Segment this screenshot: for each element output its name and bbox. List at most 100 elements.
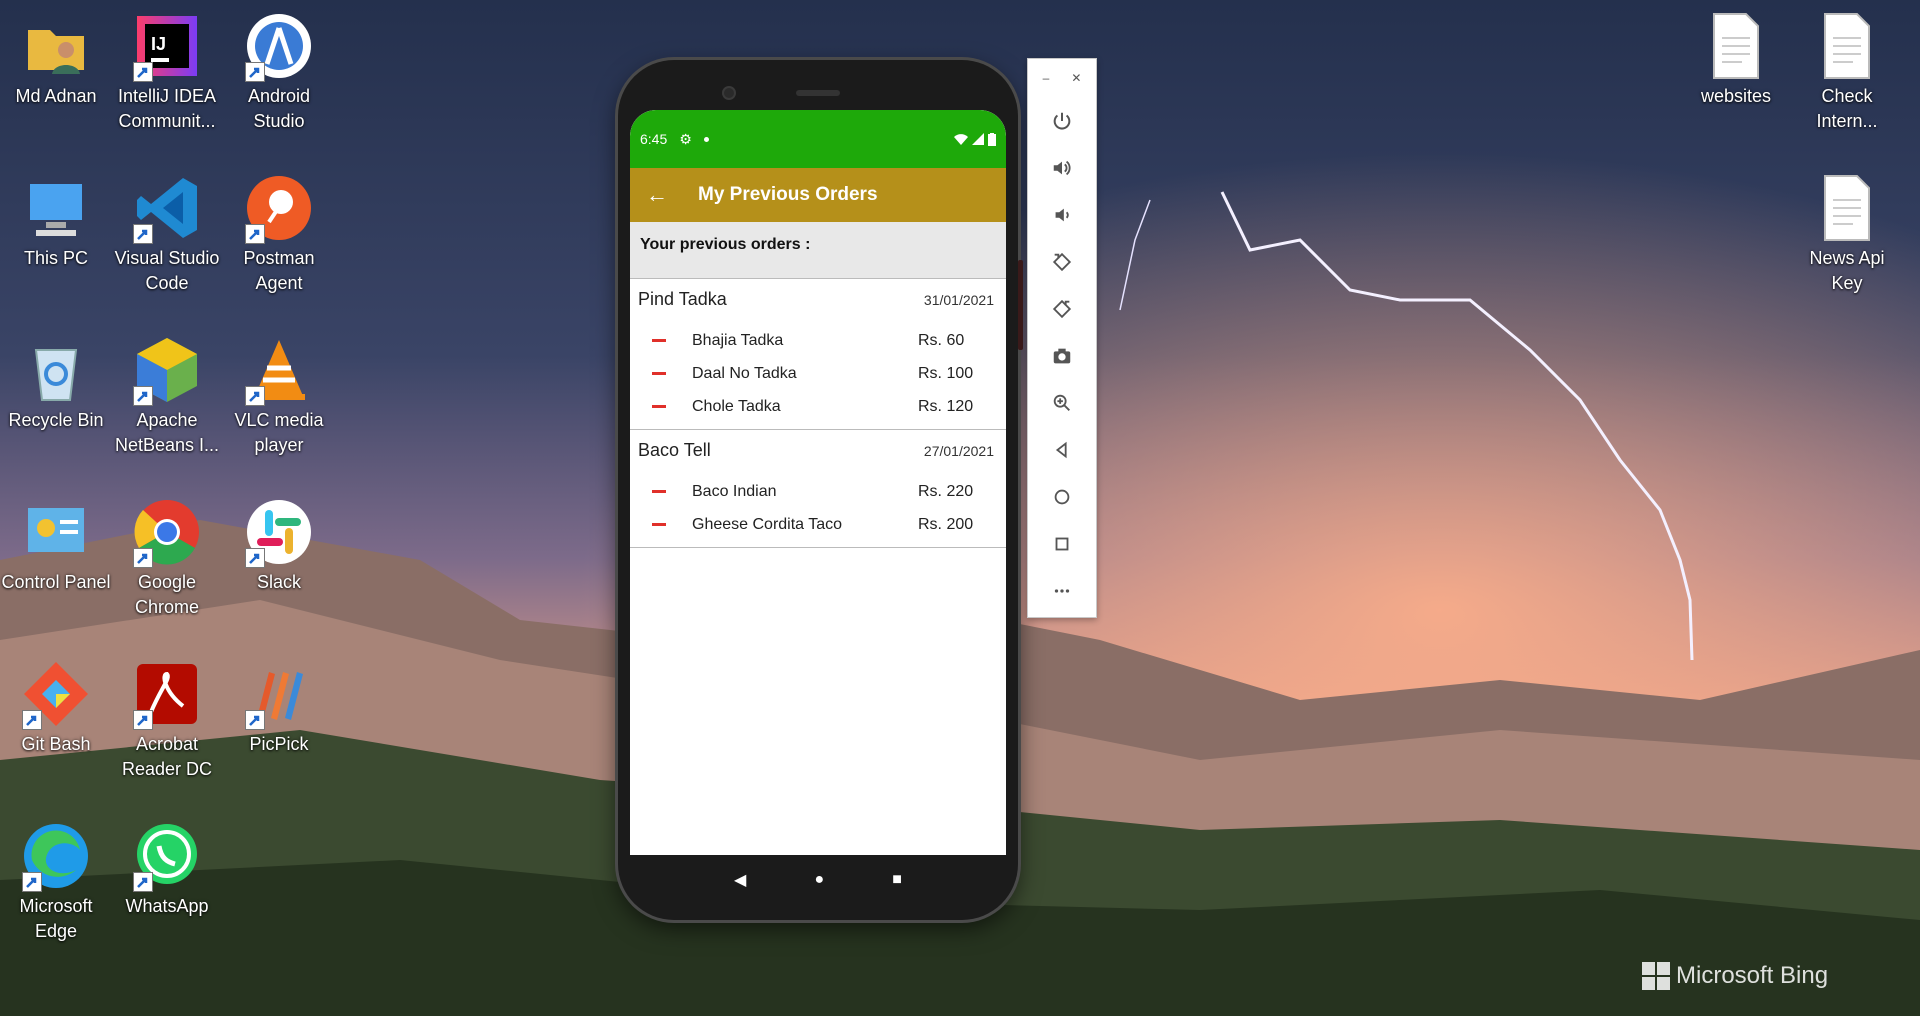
desktop-icon-label: Check Intern...: [1816, 86, 1878, 131]
desktop-icon-label: websites: [1700, 86, 1772, 106]
more-icon[interactable]: [1028, 567, 1096, 614]
shortcut-arrow-icon: [245, 386, 265, 406]
desktop-icon-android-studio[interactable]: Android Studio: [224, 10, 334, 134]
android-studio-icon: [243, 10, 315, 82]
desktop-icon-edge[interactable]: Microsoft Edge: [1, 820, 111, 944]
item-bullet-icon: [652, 339, 666, 342]
side-button: [1018, 260, 1023, 350]
shortcut-arrow-icon: [245, 710, 265, 730]
order-item: Chole Tadka Rs. 120: [630, 390, 1006, 423]
desktop-icon-label: PicPick: [249, 734, 309, 754]
desktop-icon-git-bash[interactable]: Git Bash: [1, 658, 111, 757]
emulator-toolbar: – ✕: [1027, 58, 1097, 618]
front-camera: [722, 86, 736, 100]
shortcut-arrow-icon: [245, 224, 265, 244]
phone-screen: 6:45 ⚙ ← My Previous Orders Your previou…: [630, 110, 1006, 855]
shortcut-arrow-icon: [133, 710, 153, 730]
slack-icon: [243, 496, 315, 568]
desktop-icon-text-file[interactable]: News Api Key: [1792, 172, 1902, 296]
nav-overview-icon[interactable]: ■: [892, 871, 902, 889]
desktop-icon-slack[interactable]: Slack: [224, 496, 334, 595]
order-items: Baco Indian Rs. 220 Gheese Cordita Taco Rs.…: [630, 475, 1006, 541]
recycle-bin-icon: [20, 334, 92, 406]
desktop-icon-text-file[interactable]: Check Intern...: [1792, 10, 1902, 134]
item-price: Rs. 200: [918, 515, 974, 533]
netbeans-icon: [131, 334, 203, 406]
shortcut-arrow-icon: [133, 872, 153, 892]
desktop-icon-label: Md Adnan: [15, 86, 97, 106]
item-bullet-icon: [652, 523, 666, 526]
desktop-icon-label: Control Panel: [1, 572, 111, 592]
bing-watermark: Microsoft Bing: [1642, 962, 1828, 990]
order-card[interactable]: Baco Tell 27/01/2021 Baco Indian Rs. 220 Ghe…: [630, 429, 1006, 548]
overview-icon[interactable]: [1028, 520, 1096, 567]
item-bullet-icon: [652, 372, 666, 375]
desktop-icon-this-pc[interactable]: This PC: [1, 172, 111, 271]
text-file-icon: [1811, 172, 1883, 244]
rotate-right-icon[interactable]: [1028, 285, 1096, 332]
desktop-icon-picpick[interactable]: PicPick: [224, 658, 334, 757]
item-bullet-icon: [652, 405, 666, 408]
close-icon[interactable]: ✕: [1071, 71, 1081, 85]
order-date: 31/01/2021: [923, 291, 994, 308]
nav-back-icon[interactable]: ◀: [734, 870, 746, 890]
intellij-icon: IJ: [131, 10, 203, 82]
item-name: Gheese Cordita Taco: [692, 515, 843, 533]
back-arrow-icon[interactable]: ←: [646, 182, 668, 208]
text-file-icon: [1811, 10, 1883, 82]
shortcut-arrow-icon: [245, 62, 265, 82]
order-items: Bhajia Tadka Rs. 60 Daal No Tadka Rs. 100 Ch…: [630, 324, 1006, 423]
orders-list: Pind Tadka 31/01/2021 Bhajia Tadka Rs. 60 Da…: [630, 278, 1006, 548]
minimize-icon[interactable]: –: [1043, 71, 1050, 85]
app-bar: ← My Previous Orders: [630, 168, 1006, 222]
volume-down-icon[interactable]: [1028, 191, 1096, 238]
item-name: Bhajia Tadka: [692, 331, 784, 349]
order-item: Bhajia Tadka Rs. 60: [630, 324, 1006, 357]
desktop-icon-label: Postman Agent: [243, 248, 315, 293]
desktop-icon-recycle-bin[interactable]: Recycle Bin: [1, 334, 111, 433]
volume-up-icon[interactable]: [1028, 144, 1096, 191]
edge-icon: [20, 820, 92, 892]
desktop-icon-text-file[interactable]: websites: [1681, 10, 1791, 109]
item-price: Rs. 120: [918, 397, 974, 415]
order-header: Baco Tell 27/01/2021: [630, 440, 1006, 461]
chrome-icon: [131, 496, 203, 568]
order-header: Pind Tadka 31/01/2021: [630, 289, 1006, 310]
camera-icon[interactable]: [1028, 332, 1096, 379]
desktop-icon-acrobat[interactable]: Acrobat Reader DC: [112, 658, 222, 782]
home-icon[interactable]: [1028, 473, 1096, 520]
order-item: Baco Indian Rs. 220: [630, 475, 1006, 508]
desktop-icon-control-panel[interactable]: Control Panel: [1, 496, 111, 595]
desktop-icon-intellij[interactable]: IJ IntelliJ IDEA Communit...: [112, 10, 222, 134]
page-title: My Previous Orders: [698, 184, 878, 205]
desktop-icon-vlc[interactable]: VLC media player: [224, 334, 334, 458]
shortcut-arrow-icon: [133, 386, 153, 406]
vscode-icon: [131, 172, 203, 244]
desktop-icon-whatsapp[interactable]: WhatsApp: [112, 820, 222, 919]
desktop-icon-label: Android Studio: [247, 86, 311, 131]
item-name: Chole Tadka: [692, 397, 781, 415]
signal-icon: [972, 133, 984, 145]
zoom-icon[interactable]: [1028, 379, 1096, 426]
wifi-icon: [954, 134, 968, 145]
vlc-icon: [243, 334, 315, 406]
order-card[interactable]: Pind Tadka 31/01/2021 Bhajia Tadka Rs. 60 Da…: [630, 278, 1006, 429]
desktop-icon-netbeans[interactable]: Apache NetBeans I...: [112, 334, 222, 458]
folder-user-icon: [20, 10, 92, 82]
power-icon[interactable]: [1028, 97, 1096, 144]
picpick-icon: [243, 658, 315, 730]
status-time: 6:45: [640, 131, 668, 147]
desktop-icon-vscode[interactable]: Visual Studio Code: [112, 172, 222, 296]
android-nav-bar: ◀ ● ■: [630, 855, 1006, 905]
desktop-icon-chrome[interactable]: Google Chrome: [112, 496, 222, 620]
desktop-icon-postman[interactable]: Postman Agent: [224, 172, 334, 296]
desktop-icon-folder-user[interactable]: Md Adnan: [1, 10, 111, 109]
item-price: Rs. 60: [918, 331, 965, 349]
order-item: Gheese Cordita Taco Rs. 200: [630, 508, 1006, 541]
rotate-left-icon[interactable]: [1028, 238, 1096, 285]
back-icon[interactable]: [1028, 426, 1096, 473]
restaurant-name: Pind Tadka: [638, 289, 727, 309]
shortcut-arrow-icon: [22, 872, 42, 892]
nav-home-icon[interactable]: ●: [814, 871, 824, 889]
item-name: Daal No Tadka: [692, 364, 797, 382]
